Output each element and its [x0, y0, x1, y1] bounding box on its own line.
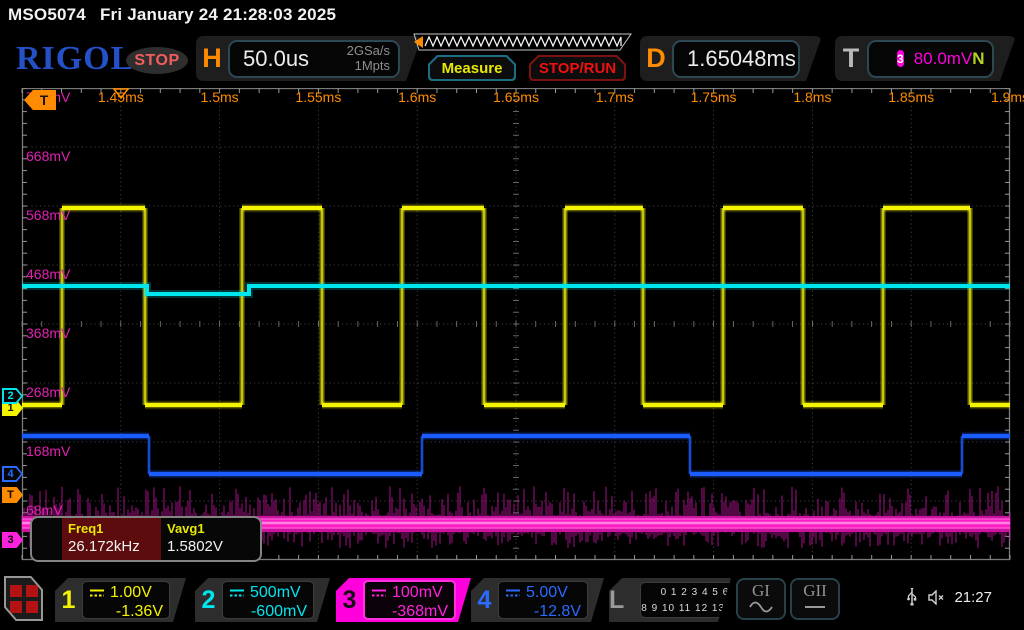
time-label: 1.55ms — [283, 89, 353, 105]
channel4-offset: -12.8V — [505, 602, 581, 621]
clock: 21:27 — [954, 589, 992, 606]
usb-icon — [906, 588, 918, 606]
generator1-label: GI — [738, 581, 784, 601]
time-label: 1.8ms — [777, 89, 847, 105]
timebase-box[interactable]: 50.0us 2GSa/s 1Mpts — [228, 40, 400, 78]
volt-label: 268mV — [26, 384, 70, 400]
trigger-source-badge: 3 — [897, 50, 904, 67]
timebase-value: 50.0us — [230, 46, 309, 72]
sine-wave-icon — [749, 601, 773, 613]
vavg-value: 1.5802V — [167, 538, 260, 555]
titlebar: MSO5074 Fri January 24 21:28:03 2025 — [8, 5, 350, 25]
time-label: 1.65ms — [481, 89, 551, 105]
channel4-marker-label: 4 — [7, 469, 17, 480]
trigger-coupling: N — [972, 49, 984, 69]
channel3-marker-label: 3 — [7, 535, 17, 546]
channel1-offset: -1.36V — [89, 602, 163, 621]
time-label: 1.85ms — [876, 89, 946, 105]
stop-run-button-label: STOP/RUN — [539, 60, 616, 77]
logic-analyzer-label: L — [609, 586, 624, 615]
dc-coupling-icon — [371, 588, 387, 598]
vavg-label: Vavg1 — [167, 521, 260, 536]
time-label: 1.75ms — [679, 89, 749, 105]
status-icons: 21:27 — [906, 588, 992, 606]
time-label: 1.9ms — [975, 89, 1024, 105]
time-label: 1.7ms — [580, 89, 650, 105]
channel1-marker-label: 1 — [7, 403, 17, 414]
memory-position-indicator — [413, 33, 633, 53]
grid-menu-icon — [6, 578, 41, 619]
measure-button-label: Measure — [442, 60, 503, 77]
channel1-block[interactable]: 1 1.00V -1.36V — [55, 578, 186, 622]
datetime: Fri January 24 21:28:03 2025 — [100, 5, 336, 24]
channel2-block[interactable]: 2 500mV -600mV — [195, 578, 330, 622]
time-label: 1.5ms — [185, 89, 255, 105]
generator2-button[interactable]: GII — [790, 578, 840, 620]
trigger-level-value: 80.0mV — [914, 49, 973, 69]
trigger-group[interactable]: T 3 80.0mV N — [835, 36, 1016, 81]
channel3-offset: -368mV — [371, 602, 448, 621]
channel3-block[interactable]: 3 100mV -368mV — [336, 578, 471, 622]
d-label: D — [640, 43, 672, 74]
memory-depth: 1Mpts — [347, 59, 390, 73]
channel4-scale: 5.00V — [526, 583, 568, 602]
channel2-scale: 500mV — [250, 583, 301, 602]
time-label: 1.45ms — [86, 89, 156, 105]
dc-coupling-icon — [89, 588, 105, 598]
generator2-label: GII — [792, 581, 838, 601]
measurement-popup[interactable]: Freq1 26.172kHz Vavg1 1.5802V — [30, 516, 262, 562]
trigger-flag-label: T — [40, 92, 49, 108]
delay-offset-group[interactable]: D 1.65048ms — [640, 36, 822, 81]
oscilloscope-screen: { "titlebar": { "model": "MSO5074", "dat… — [0, 0, 1024, 630]
flat-line-icon — [803, 601, 827, 613]
volt-label: 468mV — [26, 266, 70, 282]
run-state-badge[interactable]: STOP — [126, 47, 188, 74]
speaker-muted-icon[interactable] — [927, 590, 945, 605]
generator1-button[interactable]: GI — [736, 578, 786, 620]
trigger-level-marker-label: T — [7, 490, 18, 501]
acquisition-info: 2GSa/s 1Mpts — [347, 44, 398, 73]
t-label: T — [835, 43, 867, 74]
channel3-number: 3 — [336, 586, 363, 615]
waveform-display — [0, 88, 1024, 562]
rigol-logo: RIGOL — [16, 40, 134, 78]
channel2-marker-label: 2 — [7, 391, 17, 402]
zigzag-waveform-icon — [413, 33, 633, 53]
menu-button[interactable] — [4, 576, 43, 621]
sample-rate: 2GSa/s — [347, 44, 390, 58]
freq-label: Freq1 — [68, 521, 161, 536]
volt-label: 168mV — [26, 443, 70, 459]
measurement-freq[interactable]: Freq1 26.172kHz — [62, 518, 161, 560]
horizontal-offset-value: 1.65048ms — [674, 46, 796, 72]
channel2-number: 2 — [195, 586, 222, 615]
channel4-block[interactable]: 4 5.00V -12.8V — [471, 578, 604, 622]
dc-coupling-icon — [505, 588, 521, 598]
channel1-number: 1 — [55, 586, 82, 615]
logic-analyzer-block[interactable]: L 0 1 2 3 4 5 6 7 8 9 10 11 12 13 14 15 — [609, 578, 731, 622]
bottom-bar: 1 1.00V -1.36V 2 500mV -600mV 3 100mV -3… — [0, 574, 1024, 630]
channel4-number: 4 — [471, 586, 498, 615]
time-label: 1.6ms — [382, 89, 452, 105]
measure-button[interactable]: Measure — [428, 55, 516, 81]
channel2-offset: -600mV — [229, 602, 307, 621]
measurement-vavg[interactable]: Vavg1 1.5802V — [161, 518, 260, 560]
model-name: MSO5074 — [8, 5, 86, 24]
h-label: H — [196, 43, 228, 74]
volt-label: 368mV — [26, 325, 70, 341]
dc-coupling-icon — [229, 588, 245, 598]
horizontal-timebase-group[interactable]: H 50.0us 2GSa/s 1Mpts — [196, 36, 422, 81]
freq-value: 26.172kHz — [68, 538, 161, 555]
channel3-scale: 100mV — [392, 583, 443, 602]
volt-label: 568mV — [26, 207, 70, 223]
channel1-scale: 1.00V — [110, 583, 152, 602]
volt-label: 668mV — [26, 148, 70, 164]
stop-run-button[interactable]: STOP/RUN — [529, 55, 626, 81]
